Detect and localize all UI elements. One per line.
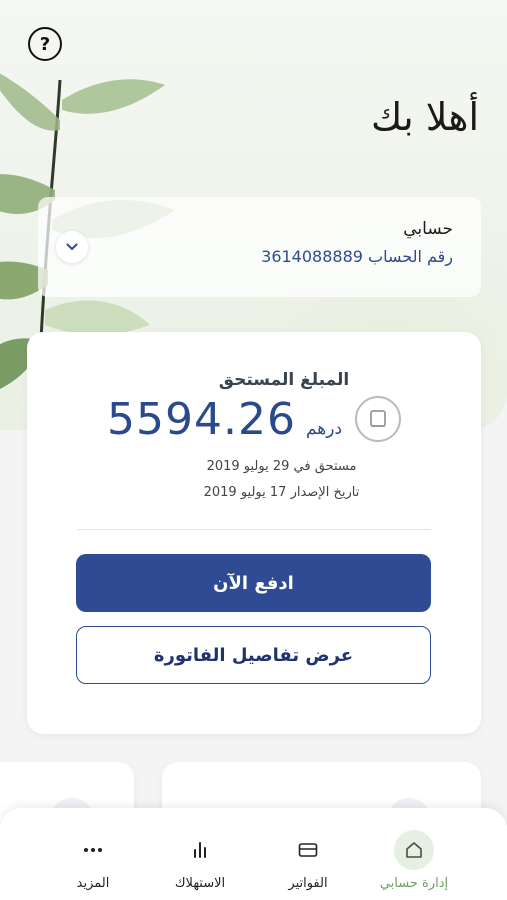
card-icon: [288, 830, 328, 870]
pay-now-button[interactable]: ادفع الآن: [76, 554, 431, 612]
nav-item-consumption[interactable]: الاستهلاك: [145, 830, 255, 891]
amount-value: 5594.26: [107, 394, 296, 445]
bill-icon: [355, 396, 401, 442]
view-bill-details-button[interactable]: عرض تفاصيل الفاتورة: [76, 626, 431, 684]
nav-item-more[interactable]: المزيد: [38, 830, 148, 891]
nav-label-more: المزيد: [76, 876, 110, 891]
account-card[interactable]: حسابي رقم الحساب 3614088889: [38, 197, 481, 297]
chevron-down-icon[interactable]: [56, 231, 88, 263]
greeting-title: أهلا بك: [371, 95, 479, 139]
bar-chart-icon: [180, 830, 220, 870]
amount-row: 5594.26 درهم: [107, 394, 342, 445]
nav-item-bills[interactable]: الفواتير: [253, 830, 363, 891]
nav-label-consumption: الاستهلاك: [174, 876, 226, 891]
currency-label: درهم: [305, 419, 343, 439]
home-icon: [394, 830, 434, 870]
amount-due-label: المبلغ المستحق: [218, 370, 350, 390]
due-date: مستحق في 29 يوليو 2019: [206, 459, 357, 474]
divider: [77, 529, 431, 530]
account-number: رقم الحساب 3614088889: [261, 247, 453, 266]
help-icon[interactable]: ?: [28, 27, 62, 61]
issue-date: تاريخ الإصدار 17 يوليو 2019: [203, 485, 360, 500]
bottom-nav: إدارة حسابي الفواتير الاستهلاك المزيد: [0, 808, 507, 900]
more-dots-icon: [73, 830, 113, 870]
bill-card: المبلغ المستحق 5594.26 درهم مستحق في 29 …: [27, 332, 481, 734]
nav-label-my-account: إدارة حسابي: [379, 876, 449, 891]
nav-item-my-account[interactable]: إدارة حسابي: [359, 830, 469, 891]
nav-label-bills: الفواتير: [288, 876, 328, 891]
account-title: حسابي: [403, 219, 453, 239]
